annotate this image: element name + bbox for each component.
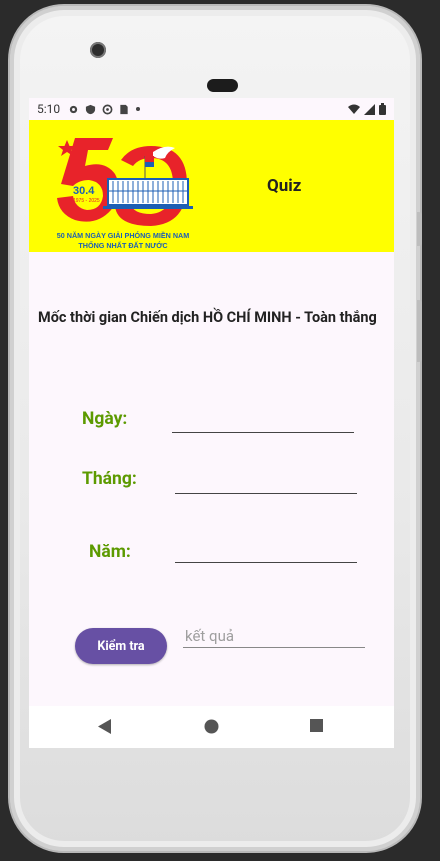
result-field[interactable] [183,625,365,648]
month-input[interactable] [175,471,357,494]
check-button[interactable]: Kiểm tra [75,628,167,664]
volume-down-button [417,300,422,362]
wifi-icon [348,104,360,114]
status-time: 5:10 [37,102,61,116]
logo-years: 1975 - 2025 [73,198,100,204]
sim-card-icon [120,104,128,114]
app-screen: 5:10 30.4 1975 - 2025 50 NĂM NGÀY GIẢI P… [29,98,394,748]
back-nav-icon[interactable] [98,719,111,734]
dot-icon [136,107,141,111]
navigation-bar [29,706,394,748]
logo-caption-line1: 50 NĂM NGÀY GIẢI PHÓNG MIỀN NAM [57,230,189,240]
day-input[interactable] [172,410,354,433]
recents-nav-icon[interactable] [310,719,323,732]
day-label: Ngày: [82,409,128,429]
year-input[interactable] [175,540,357,563]
shield-icon [86,104,96,114]
home-nav-icon[interactable] [204,719,219,734]
status-bar: 5:10 [29,98,394,120]
page-title: Quiz [267,176,302,196]
volume-up-button [417,212,422,246]
logo-date: 30.4 [73,185,95,197]
logo-caption-line2: THỐNG NHẤT ĐẤT NƯỚC [78,240,167,250]
anniversary-logo: 30.4 1975 - 2025 50 NĂM NGÀY GIẢI PHÓNG … [57,138,193,250]
month-label: Tháng: [82,469,137,489]
sync-icon [102,104,113,114]
signal-icon [364,103,375,115]
battery-icon [379,103,386,115]
earpiece-speaker [207,79,238,92]
header-banner: 30.4 1975 - 2025 50 NĂM NGÀY GIẢI PHÓNG … [29,120,394,252]
front-camera [90,42,106,58]
question-heading: Mốc thời gian Chiến dịch HỒ CHÍ MINH - T… [38,309,377,326]
year-label: Năm: [89,542,131,562]
settings-icon [69,105,78,113]
